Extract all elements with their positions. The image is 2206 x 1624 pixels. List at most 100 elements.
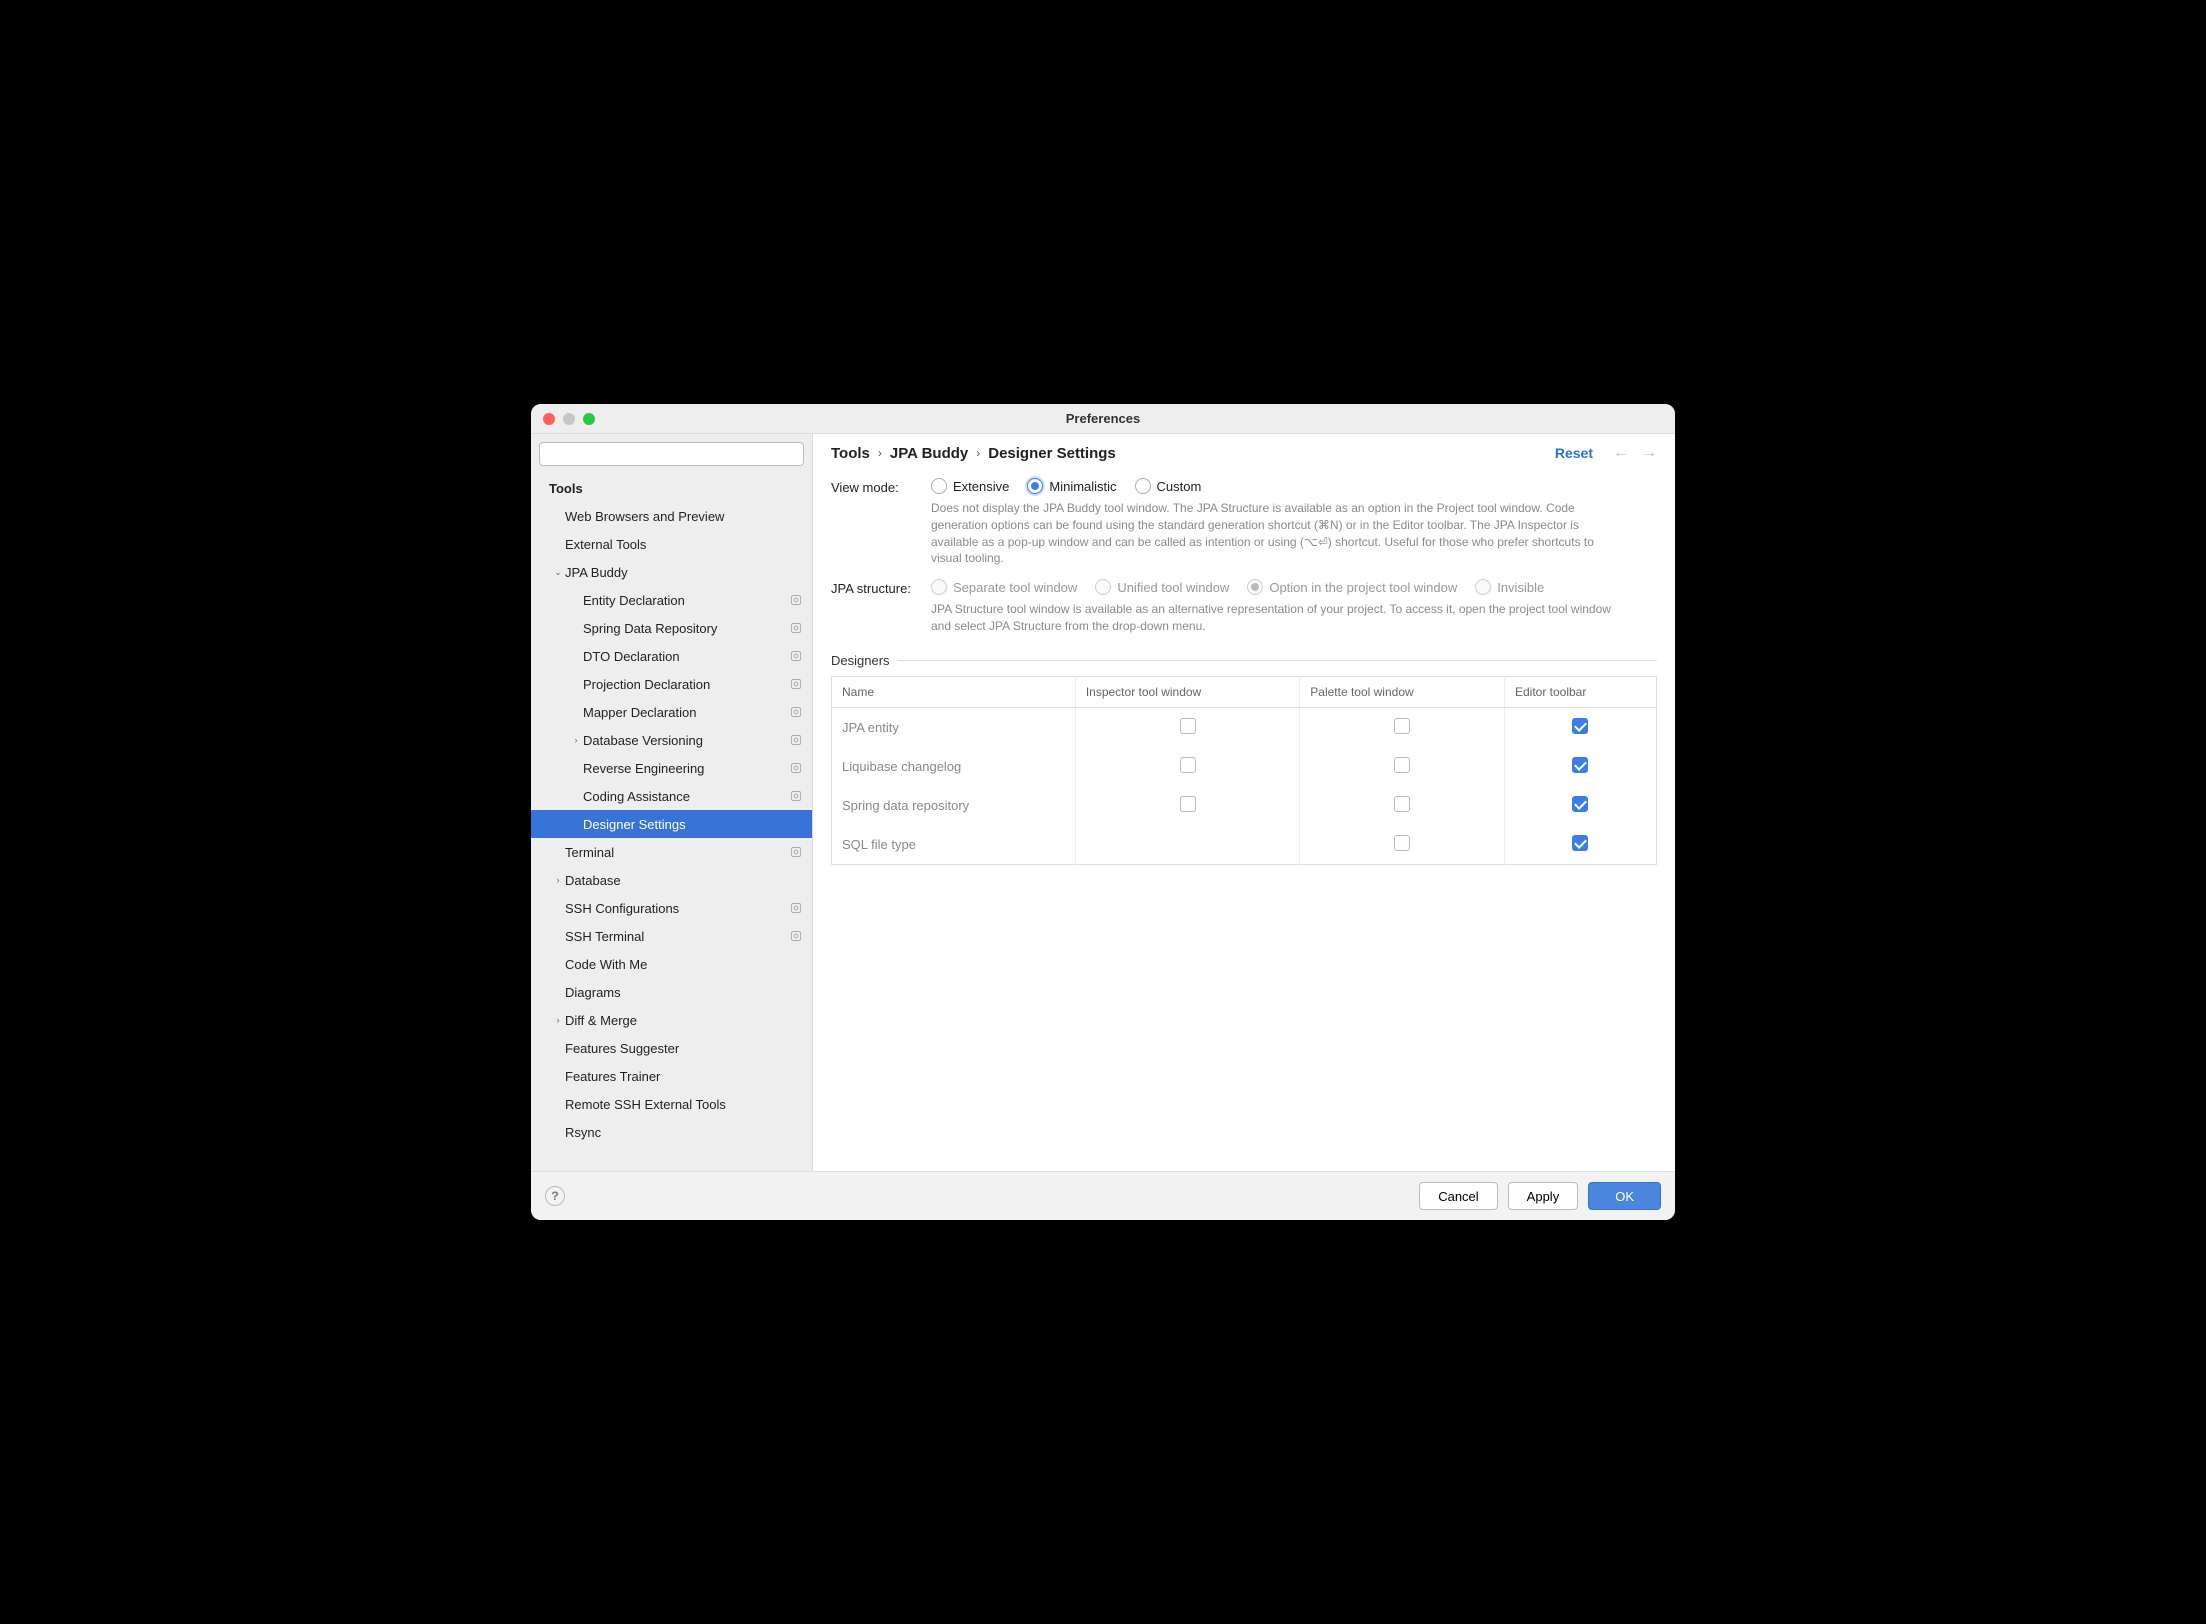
cell-palette [1300,747,1505,786]
cell-editor [1504,825,1656,865]
radio-icon [1135,478,1151,494]
apply-button[interactable]: Apply [1508,1182,1579,1210]
sidebar-item-label: Spring Data Repository [583,621,786,636]
radio-option[interactable]: Custom [1135,478,1202,494]
radio-icon [1475,579,1491,595]
minimize-icon[interactable] [563,413,575,425]
search-input[interactable] [539,442,804,466]
sidebar-item[interactable]: Spring Data Repository [531,614,812,642]
checkbox[interactable] [1572,718,1588,734]
table-header-editor: Editor toolbar [1504,676,1656,707]
sidebar-item[interactable]: ›Database Versioning [531,726,812,754]
sidebar-item[interactable]: Rsync [531,1118,812,1146]
radio-label: Unified tool window [1117,580,1229,595]
checkbox[interactable] [1180,757,1196,773]
sidebar-item[interactable]: Features Suggester [531,1034,812,1062]
checkbox[interactable] [1394,757,1410,773]
table-header-name: Name [832,676,1076,707]
cell-name: Spring data repository [832,786,1076,825]
sidebar-item[interactable]: Terminal [531,838,812,866]
sidebar-item-label: Features Trainer [565,1069,802,1084]
checkbox[interactable] [1394,796,1410,812]
gear-icon [790,930,802,942]
forward-icon[interactable]: → [1641,444,1657,462]
sidebar-item-label: Database Versioning [583,733,786,748]
footer: ? Cancel Apply OK [531,1171,1675,1220]
sidebar-item[interactable]: Code With Me [531,950,812,978]
sidebar-item[interactable]: SSH Terminal [531,922,812,950]
cell-inspector [1075,786,1299,825]
radio-label: Custom [1157,479,1202,494]
reset-link[interactable]: Reset [1555,445,1593,461]
chevron-right-icon: › [878,446,882,460]
checkbox[interactable] [1180,718,1196,734]
radio-option: Separate tool window [931,579,1077,595]
maximize-icon[interactable] [583,413,595,425]
sidebar-item[interactable]: Diagrams [531,978,812,1006]
cell-inspector [1075,747,1299,786]
checkbox[interactable] [1394,835,1410,851]
sidebar-item-label: Features Suggester [565,1041,802,1056]
radio-option[interactable]: Minimalistic [1027,478,1116,494]
divider [898,660,1657,661]
sidebar-item-label: Reverse Engineering [583,761,786,776]
sidebar-root[interactable]: Tools [531,474,812,502]
gear-icon [790,762,802,774]
table-row: JPA entity [832,707,1657,747]
radio-option[interactable]: Extensive [931,478,1009,494]
sidebar-item-label: Rsync [565,1125,802,1140]
gear-icon [790,594,802,606]
sidebar-item[interactable]: Reverse Engineering [531,754,812,782]
sidebar-item[interactable]: DTO Declaration [531,642,812,670]
sidebar-item[interactable]: ›Diff & Merge [531,1006,812,1034]
checkbox[interactable] [1572,835,1588,851]
table-row: SQL file type [832,825,1657,865]
sidebar-item[interactable]: Projection Declaration [531,670,812,698]
radio-icon [1247,579,1263,595]
sidebar-item-label: DTO Declaration [583,649,786,664]
sidebar-item[interactable]: External Tools [531,530,812,558]
jpa-structure-radios: Separate tool windowUnified tool windowO… [931,579,1657,595]
jpa-structure-description: JPA Structure tool window is available a… [931,601,1611,635]
sidebar-item[interactable]: Designer Settings [531,810,812,838]
sidebar-item[interactable]: Web Browsers and Preview [531,502,812,530]
checkbox[interactable] [1572,757,1588,773]
sidebar-item-label: JPA Buddy [565,565,802,580]
radio-icon [1027,478,1043,494]
sidebar-item[interactable]: Mapper Declaration [531,698,812,726]
radio-label: Invisible [1497,580,1544,595]
chevron-right-icon: › [976,446,980,460]
sidebar-item-label: SSH Terminal [565,929,786,944]
radio-icon [931,579,947,595]
sidebar-item[interactable]: Remote SSH External Tools [531,1090,812,1118]
sidebar-item[interactable]: Coding Assistance [531,782,812,810]
table-header-inspector: Inspector tool window [1075,676,1299,707]
back-icon[interactable]: ← [1613,444,1629,462]
sidebar-item-label: Coding Assistance [583,789,786,804]
radio-label: Extensive [953,479,1009,494]
view-mode-radios: Extensive Minimalistic Custom [931,478,1657,494]
sidebar-item[interactable]: Features Trainer [531,1062,812,1090]
ok-button[interactable]: OK [1588,1182,1661,1210]
titlebar: Preferences [531,404,1675,434]
view-mode-label: View mode: [831,478,931,567]
breadcrumb-item[interactable]: Tools [831,445,870,462]
checkbox[interactable] [1394,718,1410,734]
tree-arrow-icon: › [569,735,583,745]
gear-icon [790,902,802,914]
sidebar-item[interactable]: Entity Declaration [531,586,812,614]
tree-arrow-icon: › [551,1015,565,1025]
sidebar-item[interactable]: SSH Configurations [531,894,812,922]
checkbox[interactable] [1180,796,1196,812]
checkbox[interactable] [1572,796,1588,812]
sidebar-item[interactable]: ⌄JPA Buddy [531,558,812,586]
preferences-window: Preferences Tools Web Browsers and Previ… [531,404,1675,1220]
cancel-button[interactable]: Cancel [1419,1182,1497,1210]
sidebar-tree: Tools Web Browsers and Preview External T… [531,474,812,1171]
help-icon[interactable]: ? [545,1186,565,1206]
breadcrumb-item[interactable]: JPA Buddy [890,445,968,462]
sidebar-item-label: Mapper Declaration [583,705,786,720]
sidebar-item-label: Web Browsers and Preview [565,509,802,524]
sidebar-item[interactable]: ›Database [531,866,812,894]
close-icon[interactable] [543,413,555,425]
